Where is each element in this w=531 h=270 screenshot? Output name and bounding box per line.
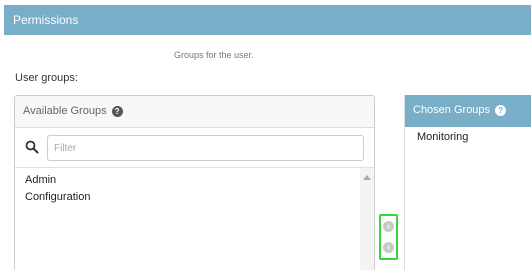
question-circle-icon[interactable]: ? bbox=[495, 105, 507, 116]
field-label-user-groups: User groups: bbox=[15, 72, 78, 84]
fieldset-header-permissions: Permissions bbox=[4, 5, 531, 35]
chosen-groups-title: Chosen Groups bbox=[413, 104, 491, 116]
chosen-option-monitoring[interactable]: Monitoring bbox=[417, 131, 468, 143]
question-circle-icon[interactable]: ? bbox=[111, 106, 123, 117]
field-help-text: Groups for the user. bbox=[174, 50, 254, 60]
available-groups-title: Available Groups bbox=[23, 105, 107, 117]
available-groups-list[interactable]: Admin Configuration bbox=[15, 168, 374, 270]
available-option-admin[interactable]: Admin bbox=[25, 172, 374, 189]
move-buttons: › ‹ bbox=[379, 214, 398, 260]
available-groups-header: Available Groups ? bbox=[15, 96, 374, 128]
filter-row bbox=[15, 128, 374, 168]
filter-input[interactable] bbox=[47, 135, 364, 161]
fieldset-title: Permissions bbox=[13, 13, 79, 27]
search-icon bbox=[25, 140, 39, 154]
list-scrollbar[interactable] bbox=[360, 168, 374, 270]
available-groups-selector: Available Groups ? Admin Configuration bbox=[14, 95, 375, 270]
chosen-groups-list[interactable]: Monitoring bbox=[405, 127, 531, 146]
arrow-left-circle-icon[interactable]: ‹ bbox=[383, 242, 394, 253]
chosen-groups-header: Chosen Groups ? bbox=[405, 95, 531, 127]
scroll-up-arrow-icon[interactable] bbox=[363, 175, 371, 180]
available-option-configuration[interactable]: Configuration bbox=[25, 189, 374, 206]
arrow-right-circle-icon[interactable]: › bbox=[383, 221, 394, 232]
chosen-groups-selector: Chosen Groups ? Monitoring bbox=[404, 95, 531, 270]
